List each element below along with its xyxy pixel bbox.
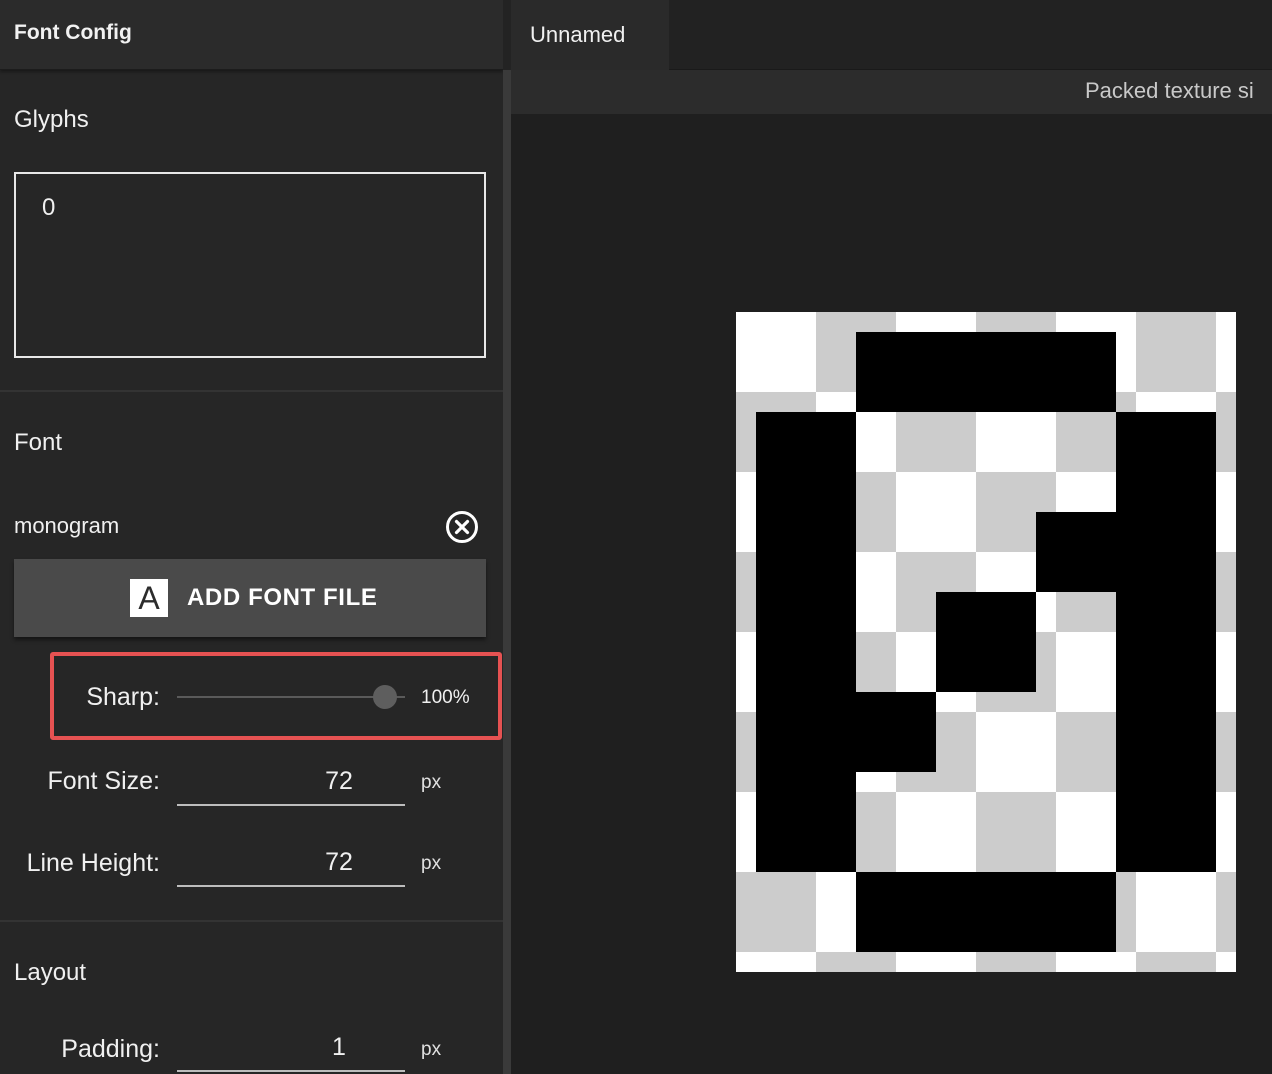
tab-unnamed[interactable]: Unnamed: [511, 0, 669, 70]
info-bar: Packed texture si: [511, 70, 1272, 114]
sharp-value: 100%: [421, 687, 470, 708]
layout-section-title: Layout: [14, 959, 87, 986]
remove-font-button[interactable]: [445, 510, 479, 544]
add-font-file-button[interactable]: A ADD FONT FILE: [14, 559, 486, 637]
sharp-slider-track[interactable]: [177, 696, 405, 698]
texture-canvas[interactable]: [511, 114, 1272, 1074]
section-divider: [0, 390, 503, 392]
add-font-file-label: ADD FONT FILE: [187, 584, 378, 611]
sharp-label: Sharp:: [86, 683, 160, 711]
tab-label: Unnamed: [530, 22, 626, 47]
padding-input[interactable]: [177, 1030, 405, 1072]
font-section-title: Font: [14, 429, 63, 456]
glyphs-section-title: Glyphs: [14, 106, 89, 133]
font-size-unit: px: [421, 772, 442, 793]
glyph-texture-preview: [736, 312, 1236, 972]
close-circle-icon: [446, 511, 478, 543]
glyph-pixel-block: [756, 412, 856, 872]
glyph-pixel-block: [936, 592, 1036, 692]
glyph-pixel-block: [856, 692, 936, 772]
font-name: monogram: [14, 513, 120, 538]
panel-header: Font Config: [0, 0, 503, 70]
glyph-pixel-block: [856, 872, 1116, 952]
padding-unit: px: [421, 1039, 442, 1060]
glyph-pixel-block: [1116, 412, 1216, 872]
section-divider: [0, 920, 503, 922]
line-height-unit: px: [421, 853, 442, 874]
glyph-pixel-block: [1036, 512, 1116, 592]
glyphs-textarea[interactable]: 0: [14, 172, 486, 358]
padding-label: Padding:: [61, 1035, 160, 1063]
font-letter-a-icon: A: [130, 579, 168, 617]
panel-scrollbar[interactable]: [503, 70, 511, 1074]
font-size-input[interactable]: [177, 764, 405, 806]
sharp-slider-thumb[interactable]: [373, 685, 397, 709]
line-height-input[interactable]: [177, 845, 405, 887]
tab-bar: Unnamed: [511, 0, 1272, 70]
font-size-label: Font Size:: [47, 767, 160, 795]
glyphs-text: 0: [42, 194, 56, 221]
panel-title: Font Config: [14, 21, 132, 44]
packed-texture-size-text: Packed texture si: [1085, 78, 1254, 103]
line-height-label: Line Height:: [26, 849, 160, 877]
font-config-panel: Font Config Glyphs 0 Font monogram A ADD…: [0, 0, 503, 1074]
glyph-pixel-block: [856, 332, 1116, 412]
